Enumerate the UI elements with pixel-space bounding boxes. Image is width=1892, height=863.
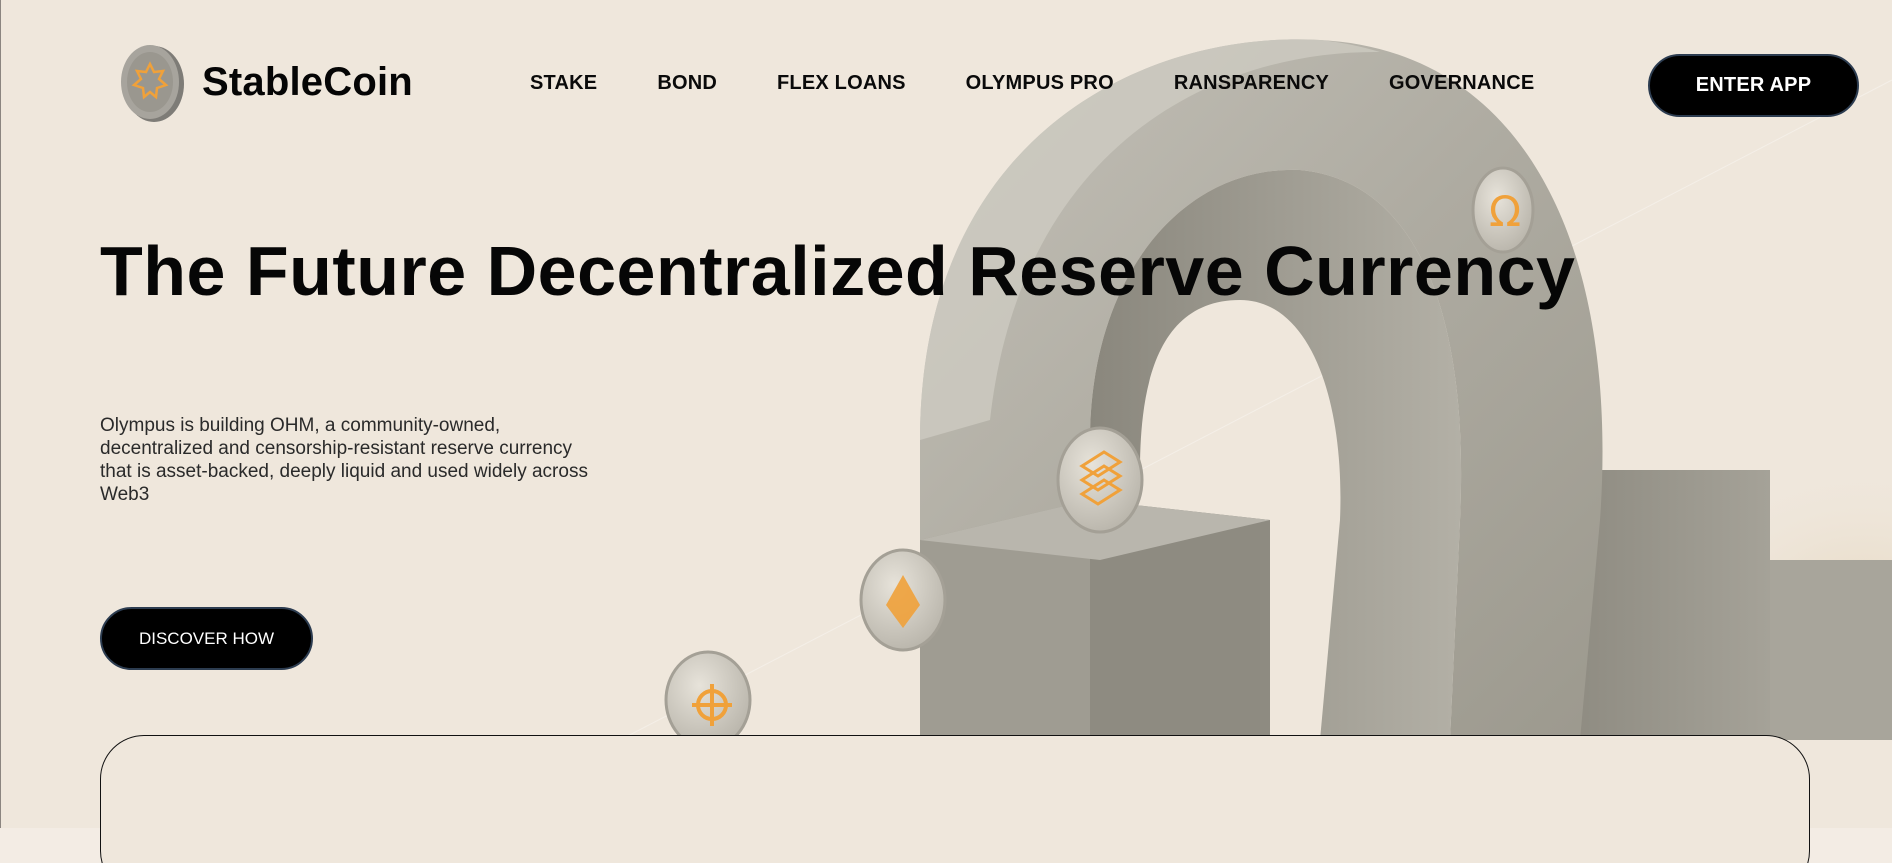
nav-item-flex-loans[interactable]: FLEX LOANS	[777, 72, 906, 95]
main-nav: STAKE BOND FLEX LOANS OLYMPUS PRO RANSPA…	[530, 72, 1534, 95]
brand-name: StableCoin	[202, 59, 413, 104]
nav-item-olympus-pro[interactable]: OLYMPUS PRO	[966, 72, 1114, 95]
left-edge-line	[0, 0, 1, 828]
stacked-coin-icon	[1056, 426, 1144, 534]
stablecoin-logo-icon	[121, 45, 184, 122]
brand-logo[interactable]: StableCoin	[118, 42, 413, 122]
flower-coin-icon	[664, 650, 752, 740]
nav-item-stake[interactable]: STAKE	[530, 72, 597, 95]
discover-how-button[interactable]: DISCOVER HOW	[100, 607, 313, 670]
hero-headline: The Future Decentralized Reserve Currenc…	[100, 232, 1576, 310]
svg-text:Ω: Ω	[1489, 187, 1521, 236]
nav-item-transparency[interactable]: RANSPARENCY	[1174, 72, 1329, 95]
hero-description: Olympus is building OHM, a community-own…	[100, 415, 588, 505]
enter-app-button[interactable]: ENTER APP	[1648, 54, 1859, 117]
content-card	[100, 735, 1810, 863]
ethereum-coin-icon	[859, 548, 947, 652]
landing-page: Ω StableCoin STAKE BOND FLEX LOANS OLYMP…	[0, 0, 1892, 863]
nav-item-governance[interactable]: GOVERNANCE	[1389, 72, 1534, 95]
nav-item-bond[interactable]: BOND	[657, 72, 717, 95]
